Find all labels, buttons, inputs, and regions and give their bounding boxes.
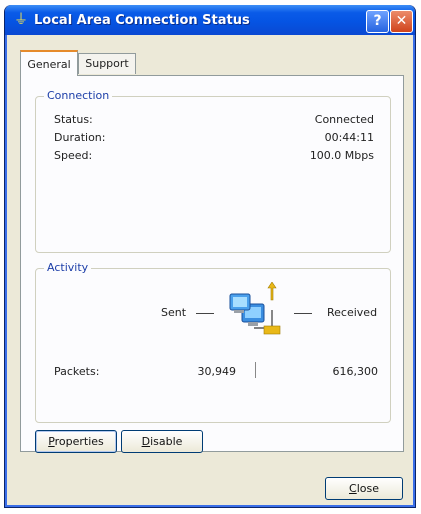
tab-general[interactable]: General <box>20 50 78 76</box>
activity-legend: Activity <box>44 261 92 274</box>
duration-label: Duration: <box>54 131 106 144</box>
properties-label-rest: roperties <box>54 435 104 448</box>
status-label: Status: <box>54 113 93 126</box>
properties-button[interactable]: Properties <box>35 430 117 453</box>
speed-row: Speed: 100.0 Mbps <box>54 149 374 165</box>
packets-received-value: 616,300 <box>332 365 379 378</box>
general-panel: Connection Status: Connected Duration: 0… <box>20 75 404 453</box>
activity-group: Activity Sent Received Packets: 30,949 6… <box>35 261 391 423</box>
status-row: Status: Connected <box>54 113 374 129</box>
connection-legend: Connection <box>44 89 113 102</box>
speed-label: Speed: <box>54 149 93 162</box>
packets-label: Packets: <box>54 365 100 378</box>
tab-support[interactable]: Support <box>78 53 136 74</box>
received-label: Received <box>327 306 378 319</box>
sent-label: Sent <box>161 306 187 319</box>
packets-sent-value: 30,949 <box>197 365 237 378</box>
disable-button[interactable]: Disable <box>121 430 203 453</box>
title-close-button[interactable]: ✕ <box>390 10 413 33</box>
window-title: Local Area Connection Status <box>34 13 250 28</box>
sent-line <box>196 313 214 314</box>
connection-group: Connection Status: Connected Duration: 0… <box>35 89 391 253</box>
help-button[interactable]: ? <box>366 10 389 33</box>
close-label-rest: lose <box>356 482 379 495</box>
speed-value: 100.0 Mbps <box>309 149 374 162</box>
disable-label-rest: isable <box>150 435 183 448</box>
status-window: ⏚ Local Area Connection Status ? ✕ Gener… <box>4 5 416 508</box>
received-line <box>294 313 312 314</box>
status-value: Connected <box>314 113 374 126</box>
duration-value: 00:44:11 <box>324 131 374 144</box>
network-computers-icon <box>229 282 281 335</box>
duration-row: Duration: 00:44:11 <box>54 131 374 147</box>
close-mnemonic: C <box>349 482 357 495</box>
network-plug-icon: ⏚ <box>14 12 28 28</box>
packets-divider <box>255 362 256 378</box>
title-bar[interactable]: ⏚ Local Area Connection Status ? ✕ <box>5 5 415 35</box>
disable-mnemonic: D <box>141 435 151 448</box>
close-button[interactable]: Close <box>325 477 403 500</box>
